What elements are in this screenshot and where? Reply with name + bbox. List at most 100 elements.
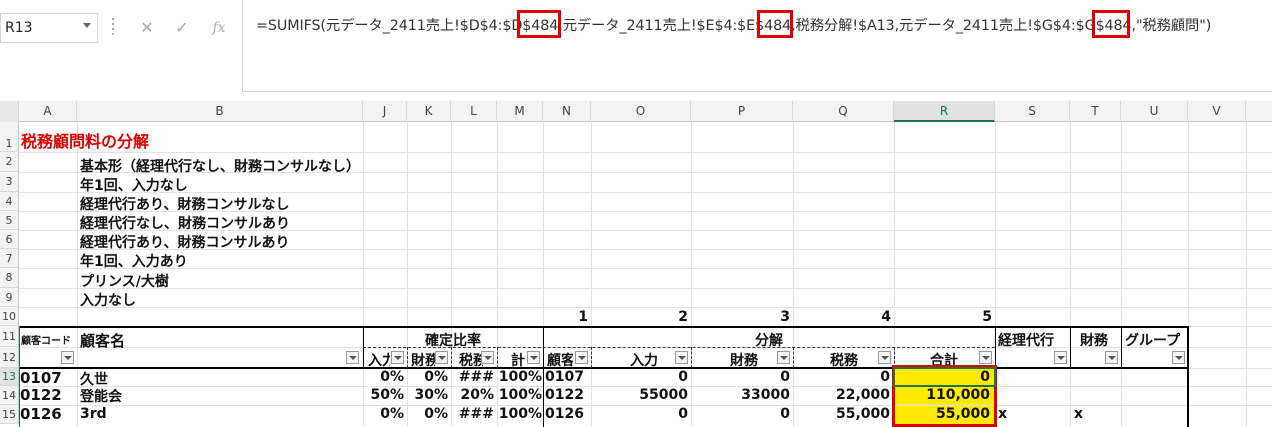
row-header-3[interactable]: 3 [0,172,19,192]
cell-input[interactable]: 0 [591,369,688,385]
filter-dropdown-button[interactable] [1105,351,1118,364]
cell-ratio-tax[interactable]: ### [451,406,494,422]
filter-dropdown-button[interactable] [1054,351,1067,364]
chevron-down-icon[interactable] [83,23,91,28]
cell-ratio-total[interactable]: 100% [497,406,542,422]
insert-function-icon[interactable]: fx [204,15,234,41]
row-header-12[interactable]: 12 [0,347,19,368]
column-header-S[interactable]: S [995,101,1070,122]
column-header-O[interactable]: O [591,101,691,122]
highlight-box [517,10,561,38]
column-header-Q[interactable]: Q [793,101,894,122]
list-item: 年1回、入力あり [80,254,188,270]
active-cell-cursor[interactable] [893,367,996,387]
column-header-N[interactable]: N [543,101,591,122]
cancel-icon[interactable]: ✕ [132,15,162,41]
column-header-M[interactable]: M [497,101,543,122]
list-item: 年1回、入力なし [80,178,188,194]
column-header-V[interactable]: V [1188,101,1246,122]
cell-ratio-total[interactable]: 100% [497,369,542,385]
cell-tax[interactable]: 0 [793,369,890,385]
header-accounting: 経理代行 [998,333,1054,349]
index-number: 2 [678,309,688,325]
list-item: 経理代行あり、財務コンサルなし [80,197,290,213]
filter-dropdown-button[interactable] [1172,351,1185,364]
column-header-R[interactable]: R [894,101,995,122]
cell-accounting-flag[interactable]: x [998,406,1007,422]
column-header-K[interactable]: K [407,101,451,122]
cell-code-copy[interactable]: 0122 [545,387,584,403]
header-customer-code: 顧客コード [21,336,71,347]
cell-ratio-finance[interactable]: 0% [407,406,448,422]
filter-dropdown-button[interactable] [675,351,688,364]
column-header-T[interactable]: T [1070,101,1121,122]
cell-input[interactable]: 55000 [591,387,688,403]
select-all-corner[interactable] [0,101,19,122]
cell-tax[interactable]: 55,000 [793,406,890,422]
column-header-J[interactable]: J [363,101,407,122]
cell-ratio-finance[interactable]: 30% [407,387,448,403]
filter-dropdown-button[interactable] [391,351,404,364]
drag-handle-icon[interactable] [112,18,116,40]
row-header-5[interactable]: 5 [0,211,19,230]
cell-code[interactable]: 0107 [20,369,62,387]
cell-name[interactable]: 3rd [80,406,107,422]
column-header-L[interactable]: L [451,101,497,122]
cell-code[interactable]: 0126 [20,405,62,423]
cell-name[interactable]: 登能会 [80,386,122,406]
cell-ratio-input[interactable]: 0% [363,406,404,422]
cell-finance[interactable]: 33000 [691,387,790,403]
cell-code-copy[interactable]: 0107 [545,369,584,385]
column-header-A[interactable]: A [19,101,77,122]
list-item: 経理代行なし、財務コンサルあり [80,216,290,232]
cell-code[interactable]: 0122 [20,386,62,404]
column-header-U[interactable]: U [1121,101,1188,122]
list-item: 基本形（経理代行なし、財務コンサルなし） [80,159,360,175]
filter-dropdown-button[interactable] [979,351,992,364]
filter-dropdown-button[interactable] [527,351,540,364]
row-header-11[interactable]: 11 [0,326,19,347]
enter-icon[interactable]: ✓ [167,15,197,41]
cell-ratio-input[interactable]: 50% [363,387,404,403]
row-header-10[interactable]: 10 [0,307,19,326]
cell-ratio-tax[interactable]: ### [451,369,494,385]
row-header-13[interactable]: 13 [0,368,19,386]
header-finance: 財務 [1080,333,1108,349]
cell-ratio-finance[interactable]: 0% [407,369,448,385]
row-header-8[interactable]: 8 [0,268,19,288]
list-item: プリンス/大樹 [80,274,169,290]
row-header-9[interactable]: 9 [0,288,19,307]
cell-ratio-input[interactable]: 0% [363,369,404,385]
cell-code-copy[interactable]: 0126 [545,406,584,422]
filter-dropdown-button[interactable] [435,351,448,364]
cell-ratio-total[interactable]: 100% [497,387,542,403]
row-header-7[interactable]: 7 [0,249,19,268]
index-number: 1 [578,309,588,325]
filter-dropdown-button[interactable] [777,351,790,364]
cell-tax[interactable]: 22,000 [793,387,890,403]
cell-finance[interactable]: 0 [691,406,790,422]
row-header-2[interactable]: 2 [0,152,19,172]
formula-text: =SUMIFS(元データ_2411売上!$D$4:$D$484,元データ_241… [256,18,1212,34]
formula-bar-area: R13 ✕ ✓ fx =SUMIFS(元データ_2411売上!$D$4:$D$4… [0,0,1272,101]
row-header-14[interactable]: 14 [0,386,19,405]
filter-dropdown-button[interactable] [481,351,494,364]
filter-dropdown-button[interactable] [61,351,74,364]
highlight-box [757,10,793,38]
header-customer-name: 顧客名 [80,332,126,350]
row-header-15[interactable]: 15 [0,405,19,424]
name-box[interactable]: R13 [0,13,98,43]
cell-finance[interactable]: 0 [691,369,790,385]
row-header-6[interactable]: 6 [0,230,19,249]
column-header-P[interactable]: P [691,101,793,122]
filter-dropdown-button[interactable] [575,351,588,364]
filter-dropdown-button[interactable] [346,351,359,364]
cell-finance-flag[interactable]: x [1074,406,1083,422]
cell-ratio-tax[interactable]: 20% [451,387,494,403]
filter-dropdown-button[interactable] [878,351,891,364]
cell-input[interactable]: 0 [591,406,688,422]
column-header-B[interactable]: B [77,101,363,122]
name-box-value: R13 [5,20,33,36]
row-header-4[interactable]: 4 [0,192,19,211]
row-header-1[interactable]: 1 [0,122,19,152]
